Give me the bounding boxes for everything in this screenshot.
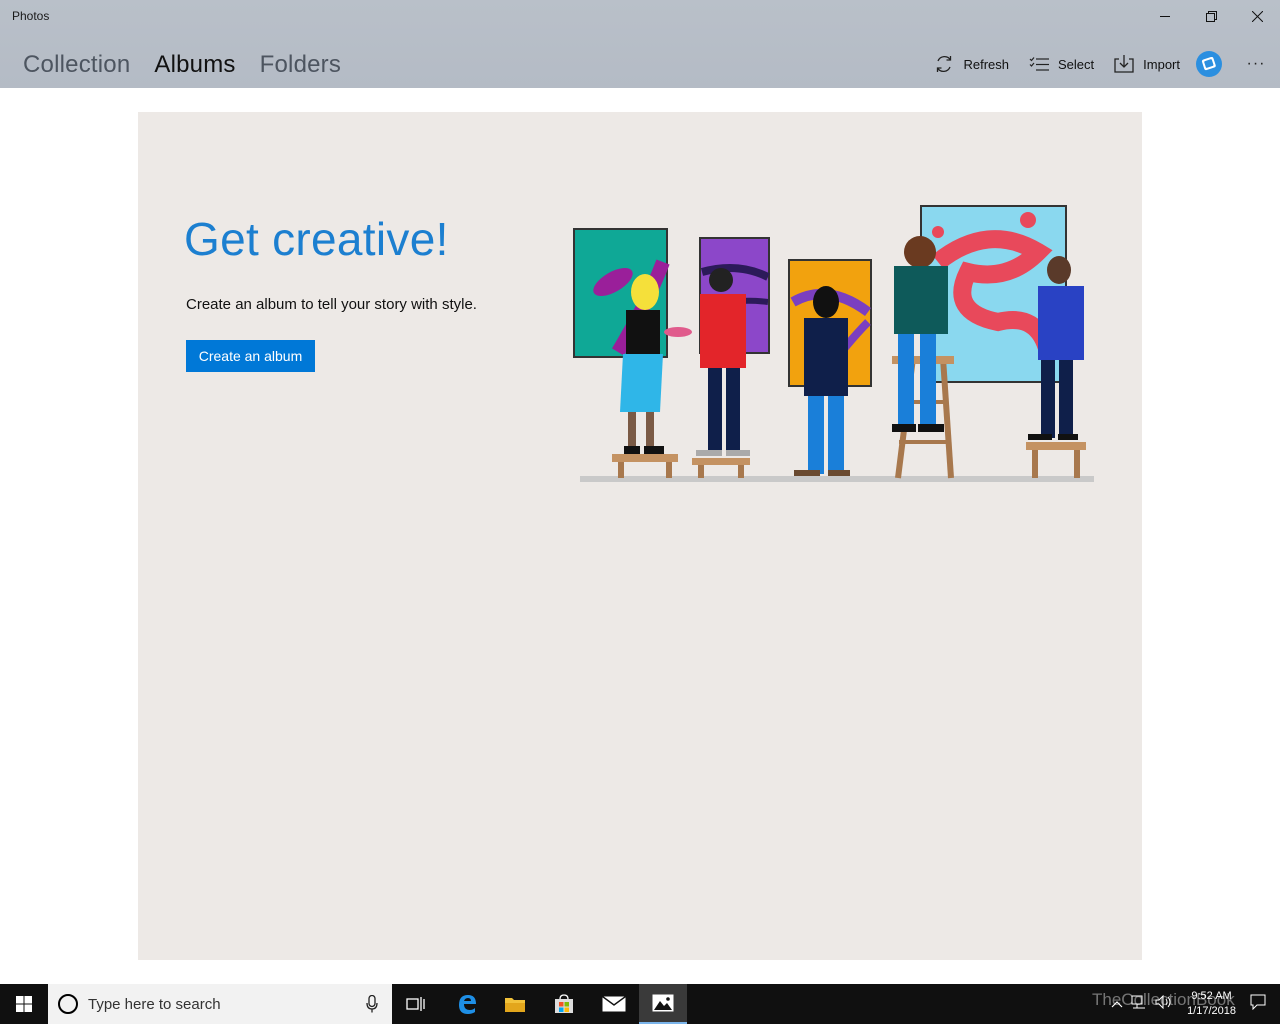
chevron-up-icon (1111, 1001, 1123, 1008)
cortana-icon (58, 994, 78, 1014)
refresh-icon (937, 55, 952, 73)
store-icon (555, 994, 573, 1013)
windows-logo-icon (16, 996, 32, 1012)
command-bar: Refresh Select Import ··· (924, 48, 1280, 80)
page-description: Create an album to tell your story with … (186, 296, 477, 313)
network-button[interactable] (1131, 995, 1147, 1014)
edge-icon (459, 995, 476, 1014)
store-button[interactable] (540, 984, 588, 1024)
empty-albums-panel: Get creative! Create an album to tell yo… (138, 112, 1142, 960)
network-icon (1131, 995, 1146, 1008)
minimize-button[interactable] (1142, 0, 1188, 32)
create-album-button[interactable]: Create an album (186, 340, 315, 372)
select-button[interactable]: Select (1019, 48, 1104, 80)
nav-tabs: Collection Albums Folders (23, 50, 365, 80)
task-view-button[interactable] (392, 984, 440, 1024)
search-placeholder: Type here to search (88, 995, 221, 1013)
photos-icon (652, 994, 674, 1012)
artists-painting-illustration (573, 205, 1094, 482)
search-box[interactable]: Type here to search (48, 984, 392, 1024)
volume-icon (1155, 994, 1171, 1009)
app-header: Photos Collection Albums Folders Refresh (0, 0, 1280, 88)
tab-albums[interactable]: Albums (154, 50, 235, 80)
microphone-icon[interactable] (366, 995, 378, 1013)
mail-icon (602, 996, 626, 1012)
tab-folders[interactable]: Folders (260, 50, 341, 80)
window-title: Photos (12, 9, 50, 23)
clock-time: 9:52 AM (1191, 990, 1232, 1002)
restore-icon (1205, 10, 1217, 22)
import-button[interactable]: Import (1104, 48, 1190, 80)
system-tray: 9:52 AM 1/17/2018 (1107, 984, 1280, 1024)
import-label: Import (1143, 56, 1180, 72)
photos-button[interactable] (639, 984, 687, 1024)
window-controls (1142, 0, 1280, 32)
close-button[interactable] (1234, 0, 1280, 32)
show-hidden-icons-button[interactable] (1111, 995, 1123, 1013)
refresh-label: Refresh (963, 56, 1010, 72)
volume-button[interactable] (1155, 994, 1173, 1014)
account-icon (1201, 57, 1216, 71)
select-label: Select (1058, 56, 1095, 72)
action-center-button[interactable] (1250, 994, 1266, 1015)
import-icon (1114, 55, 1134, 73)
taskbar: Type here to search TheCollectionBook 9:… (0, 984, 1280, 1024)
edge-button[interactable] (443, 984, 491, 1024)
account-button[interactable] (1196, 51, 1222, 77)
minimize-icon (1160, 16, 1170, 17)
action-center-icon (1250, 994, 1266, 1010)
page-title: Get creative! (184, 213, 449, 265)
file-explorer-button[interactable] (491, 984, 539, 1024)
close-icon (1251, 10, 1263, 22)
select-icon (1029, 57, 1050, 71)
tab-collection[interactable]: Collection (23, 50, 130, 80)
clock-date: 1/17/2018 (1187, 1005, 1236, 1017)
clock[interactable]: 9:52 AM 1/17/2018 (1187, 989, 1236, 1019)
start-button[interactable] (0, 984, 48, 1024)
task-view-icon (406, 997, 425, 1011)
refresh-button[interactable]: Refresh (924, 48, 1019, 80)
more-options-button[interactable]: ··· (1240, 48, 1272, 80)
restore-button[interactable] (1188, 0, 1234, 32)
file-explorer-icon (505, 998, 525, 1012)
mail-button[interactable] (590, 984, 638, 1024)
